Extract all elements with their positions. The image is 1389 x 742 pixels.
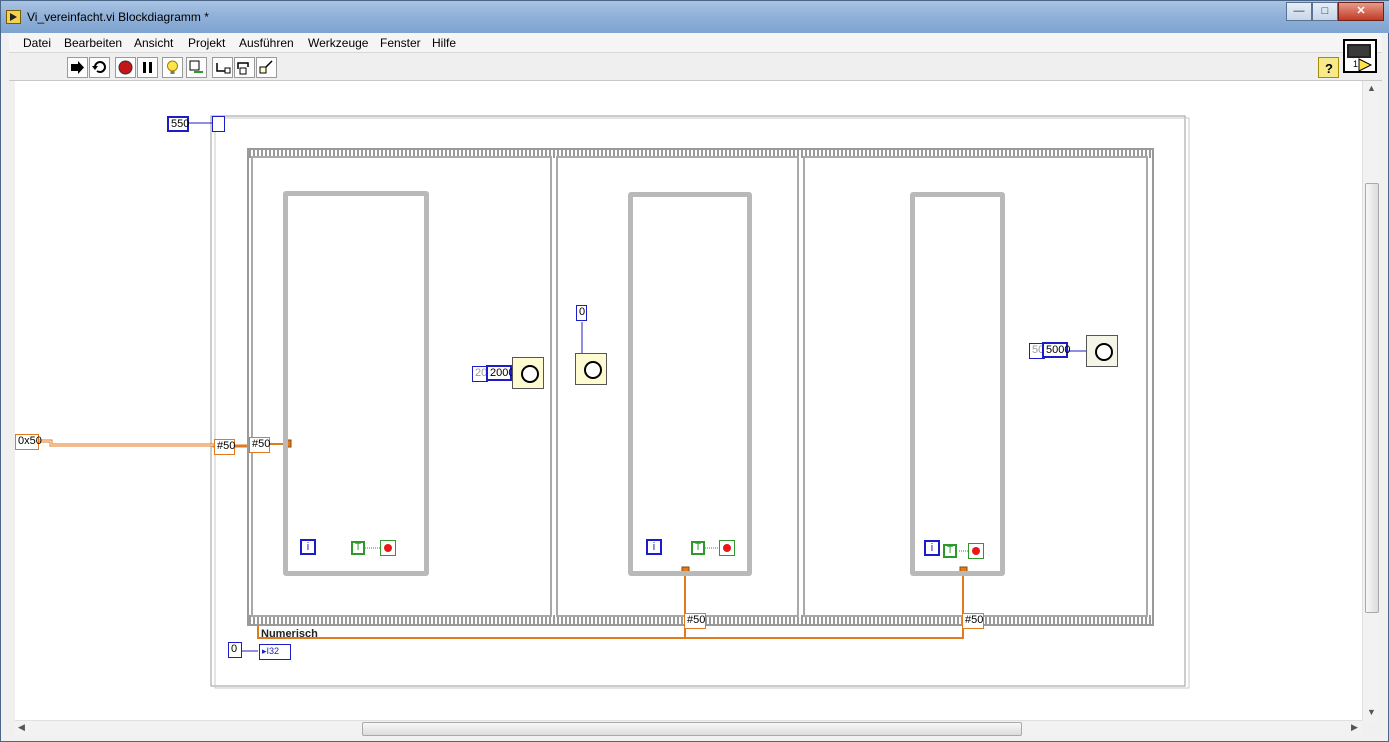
retain-wire-values-icon [189, 60, 203, 73]
menu-projekt[interactable]: Projekt [188, 36, 225, 50]
menu-bar: Datei Bearbeiten Ansicht Projekt Ausführ… [9, 33, 1382, 53]
run-continuous-icon [92, 61, 106, 73]
pause-button[interactable] [137, 57, 158, 78]
scroll-left-icon[interactable]: ◀ [18, 722, 25, 733]
abort-button[interactable] [115, 57, 136, 78]
minimize-button[interactable]: — [1286, 2, 1312, 21]
shift-register-frame3[interactable]: #50 [962, 613, 984, 629]
wait-ms-constant-1[interactable]: 2000 [486, 365, 514, 381]
menu-ausfuehren[interactable]: Ausführen [239, 36, 294, 50]
vertical-scrollbar[interactable]: ▲ ▼ [1362, 81, 1380, 721]
wait-ms-icon-2[interactable] [575, 353, 607, 385]
menu-werkzeuge[interactable]: Werkzeuge [308, 36, 368, 50]
numeric-constant[interactable]: 0 [228, 642, 242, 658]
while-loop-1[interactable] [283, 191, 429, 576]
wait-ms-constant-2[interactable]: 0 [576, 305, 587, 321]
menu-ansicht[interactable]: Ansicht [134, 36, 173, 50]
sequence-local-terminal[interactable] [212, 116, 225, 132]
horizontal-scrollbar[interactable]: ◀ ▶ [15, 720, 1362, 736]
wait-until-next-ms-icon[interactable] [1086, 335, 1118, 367]
context-help-button[interactable]: ? [1318, 57, 1339, 78]
abort-icon [118, 60, 133, 75]
iteration-terminal-2[interactable]: i [646, 539, 662, 555]
menu-hilfe[interactable]: Hilfe [432, 36, 456, 50]
loop-stop-terminal-3[interactable] [968, 543, 984, 559]
wait-ms-constant-3[interactable]: 5000 [1042, 342, 1070, 358]
step-out-icon [259, 60, 273, 74]
maximize-button[interactable]: □ [1312, 2, 1338, 21]
block-diagram-canvas[interactable]: 550 0x50 #50 #50 20 2000 0 50 5000 i T i… [15, 81, 1362, 721]
question-mark-icon: ? [1325, 61, 1333, 76]
inner-tunnel[interactable]: #50 [249, 437, 270, 453]
true-constant-2[interactable]: T [691, 541, 705, 555]
vi-connector-icon[interactable]: 1 [1343, 39, 1377, 73]
vertical-scroll-thumb[interactable] [1365, 183, 1379, 613]
while-loop-3[interactable] [910, 192, 1005, 576]
run-continuously-button[interactable] [89, 57, 110, 78]
pause-icon [143, 62, 152, 73]
highlight-execution-button[interactable] [162, 57, 183, 78]
input-cluster-constant[interactable]: 0x50 [15, 434, 42, 450]
window-title: Vi_vereinfacht.vi Blockdiagramm * [27, 10, 209, 24]
step-into-icon [216, 63, 231, 74]
numeric-indicator[interactable]: ▸I32 [259, 644, 291, 660]
wait-ms-icon[interactable] [512, 357, 544, 389]
shift-register-frame2[interactable]: #50 [684, 613, 706, 629]
while-loop-2[interactable] [628, 192, 752, 576]
outer-constant[interactable]: 550 [167, 116, 189, 132]
loop-stop-terminal-2[interactable] [719, 540, 735, 556]
labview-app-icon [6, 10, 21, 24]
iteration-terminal-3[interactable]: i [924, 540, 940, 556]
true-constant-1[interactable]: T [351, 541, 365, 555]
loop-stop-terminal-1[interactable] [380, 540, 396, 556]
true-constant-3[interactable]: T [943, 544, 957, 558]
numeric-label: Numerisch [261, 628, 318, 640]
svg-text:?: ? [1325, 61, 1333, 76]
outer-tunnel[interactable]: #50 [214, 439, 235, 455]
run-arrow-icon [71, 61, 84, 74]
retain-wire-values-button[interactable] [186, 57, 207, 78]
vi-icon-graphic [1347, 44, 1373, 72]
vi-icon-label: 1 [1353, 59, 1359, 69]
window-controls: — □ ✕ [1286, 2, 1384, 21]
labview-window: Vi_vereinfacht.vi Blockdiagramm * — □ ✕ … [0, 0, 1389, 742]
step-out-button[interactable] [256, 57, 277, 78]
step-into-button[interactable] [212, 57, 233, 78]
iteration-terminal-1[interactable]: i [300, 539, 316, 555]
toolbar: ? [9, 53, 1382, 81]
title-bar[interactable]: Vi_vereinfacht.vi Blockdiagramm * — □ ✕ [1, 1, 1389, 33]
step-over-button[interactable] [234, 57, 255, 78]
menu-datei[interactable]: Datei [23, 36, 51, 50]
highlight-execution-icon [167, 60, 178, 74]
scroll-down-icon[interactable]: ▼ [1367, 707, 1376, 717]
scroll-right-icon[interactable]: ▶ [1351, 722, 1358, 733]
menu-bearbeiten[interactable]: Bearbeiten [64, 36, 122, 50]
horizontal-scroll-thumb[interactable] [362, 722, 1022, 736]
step-over-icon [237, 62, 249, 75]
menu-fenster[interactable]: Fenster [380, 36, 421, 50]
run-button[interactable] [67, 57, 88, 78]
scroll-up-icon[interactable]: ▲ [1367, 83, 1376, 93]
close-button[interactable]: ✕ [1338, 2, 1384, 21]
